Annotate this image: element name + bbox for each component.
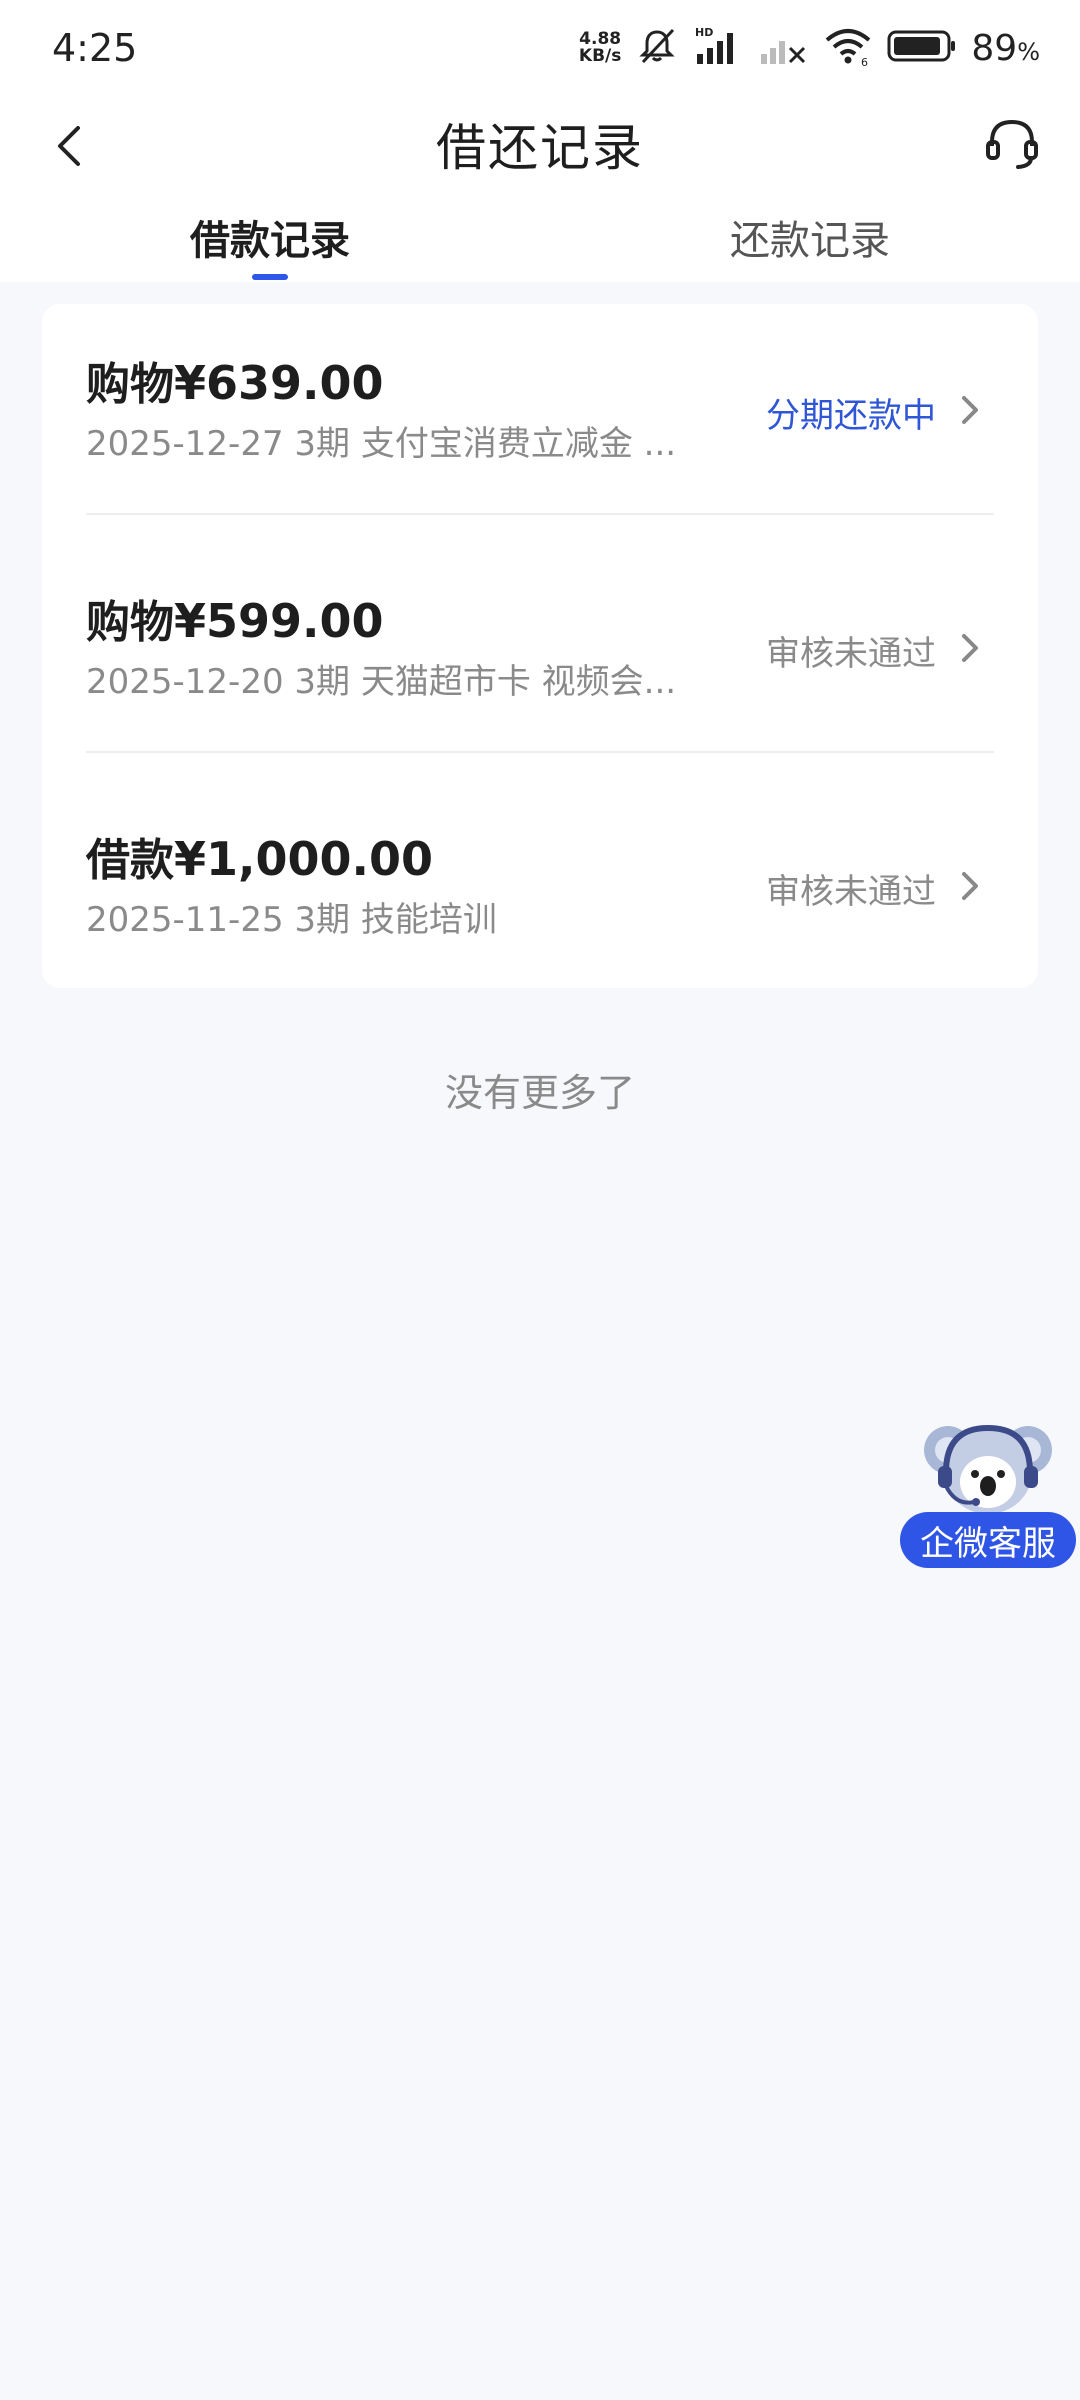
record-amount: ¥1,000.00 xyxy=(174,832,433,886)
header: 借还记录 借款记录 还款记录 xyxy=(0,96,1080,282)
record-item[interactable]: 购物¥599.00 2025-12-20 3期 天猫超市卡 视频会... 审核未… xyxy=(42,542,1038,780)
net-speed-unit: KB/s xyxy=(578,46,622,66)
tab-active-indicator xyxy=(252,274,288,280)
record-item[interactable]: 借款¥1,000.00 2025-11-25 3期 技能培训 审核未通过 xyxy=(42,780,1038,1018)
svg-text:HD: HD xyxy=(695,26,713,39)
headset-icon xyxy=(986,119,1038,169)
record-type: 购物 xyxy=(86,359,174,410)
battery-percent: 89% xyxy=(971,28,1040,69)
record-status: 审核未通过 xyxy=(766,872,936,912)
record-status: 审核未通过 xyxy=(766,634,936,674)
chevron-right-icon xyxy=(956,392,984,428)
no-more-text: 没有更多了 xyxy=(444,1071,635,1115)
chevron-right-icon xyxy=(956,868,984,904)
divider xyxy=(86,513,994,515)
status-icons: 4.88 KB/s HD 6 89% xyxy=(579,22,1040,74)
record-meta: 2025-12-20 3期 天猫超市卡 视频会... xyxy=(86,662,677,702)
battery-percent-sign: % xyxy=(1017,37,1040,66)
record-title: 购物¥639.00 xyxy=(86,348,384,412)
koala-mascot-icon xyxy=(924,1424,1052,1514)
tab-repay-records[interactable]: 还款记录 xyxy=(540,208,1080,266)
battery-percent-value: 89 xyxy=(971,27,1018,69)
record-amount: ¥639.00 xyxy=(174,356,384,410)
tab-borrow-records[interactable]: 借款记录 xyxy=(0,208,540,266)
record-meta: 2025-12-27 3期 支付宝消费立减金 ... xyxy=(86,424,677,464)
battery-icon xyxy=(887,26,957,70)
customer-support-button[interactable] xyxy=(980,112,1044,176)
mute-icon xyxy=(635,24,679,72)
records-card: 购物¥639.00 2025-12-27 3期 支付宝消费立减金 ... 分期还… xyxy=(42,304,1038,988)
net-speed: 4.88 KB/s xyxy=(579,31,621,65)
status-bar: 4:25 4.88 KB/s HD 6 89% xyxy=(0,0,1080,96)
record-amount: ¥599.00 xyxy=(174,594,384,648)
floating-service-label: 企微客服 xyxy=(900,1512,1076,1568)
record-status: 分期还款中 xyxy=(766,396,936,436)
chevron-right-icon xyxy=(956,630,984,666)
divider xyxy=(86,751,994,753)
record-title: 购物¥599.00 xyxy=(86,586,384,650)
page-title: 借还记录 xyxy=(436,119,644,177)
wifi-icon: 6 xyxy=(823,24,873,72)
status-time: 4:25 xyxy=(52,26,138,70)
record-title: 借款¥1,000.00 xyxy=(86,824,433,888)
record-type: 借款 xyxy=(86,835,174,886)
record-meta: 2025-11-25 3期 技能培训 xyxy=(86,900,497,940)
signal-icon xyxy=(759,24,809,72)
record-type: 购物 xyxy=(86,597,174,648)
svg-text:6: 6 xyxy=(861,56,868,68)
record-item[interactable]: 购物¥639.00 2025-12-27 3期 支付宝消费立减金 ... 分期还… xyxy=(42,304,1038,542)
floating-customer-service-button[interactable]: 企微客服 xyxy=(898,1420,1078,1570)
signal-hd-icon: HD xyxy=(693,24,745,72)
